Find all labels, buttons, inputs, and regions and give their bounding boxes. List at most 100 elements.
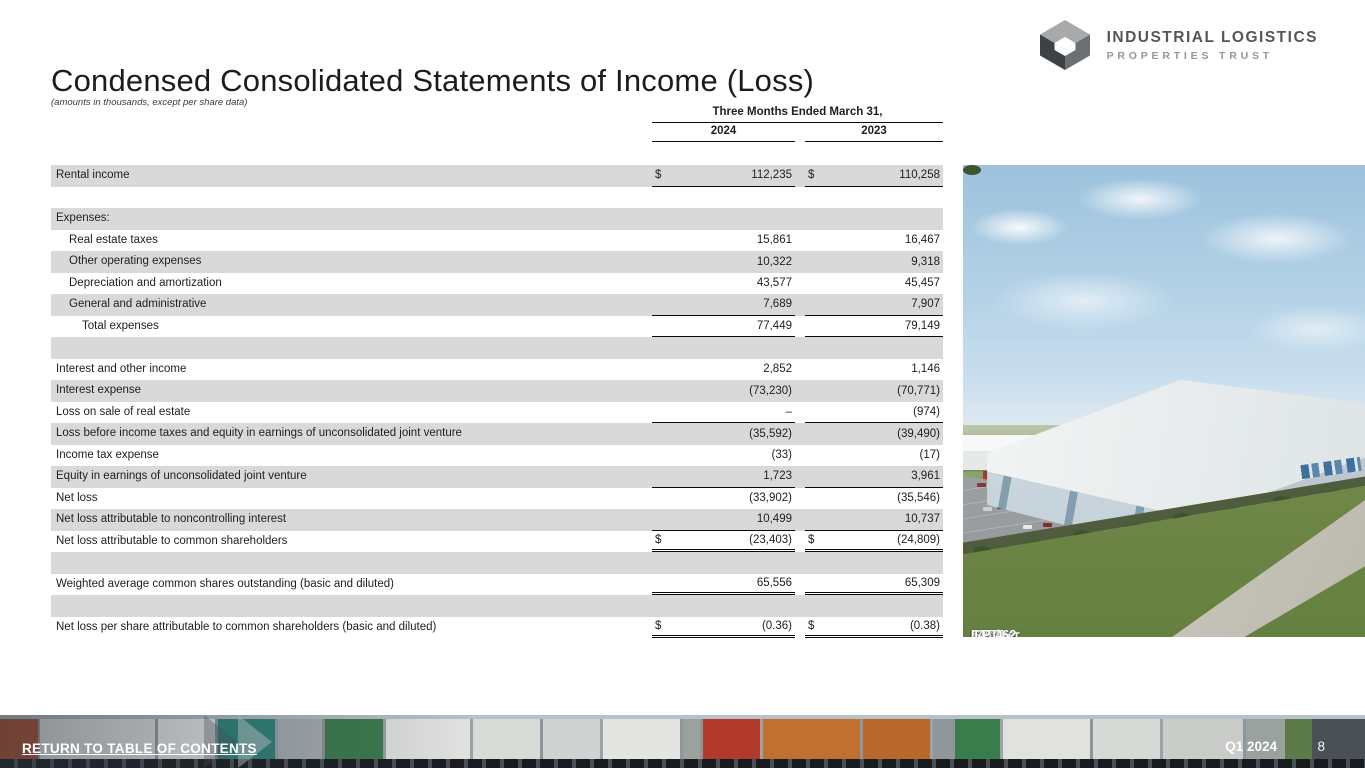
value-cell-2023: $ (0.38)	[805, 617, 943, 639]
table-row: Interest expense (73,230) (70,771)	[51, 380, 943, 402]
table-row: Depreciation and amortization 43,577 45,…	[51, 273, 943, 295]
value-cell-2024	[652, 187, 795, 209]
table-row	[51, 187, 943, 209]
value-text-2023: (39,490)	[897, 428, 940, 440]
value-text-2023: 79,149	[905, 320, 940, 332]
table-row: Expenses:	[51, 208, 943, 230]
table-row: Interest and other income 2,852 1,146	[51, 359, 943, 381]
row-label: Depreciation and amortization	[51, 273, 652, 295]
period-header-row: Three Months Ended March 31,	[51, 104, 943, 123]
value-cell-2024: 7,689	[652, 294, 795, 316]
value-cell-2023: 3,961	[805, 466, 943, 488]
company-logo: INDUSTRIAL LOGISTICS PROPERTIES TRUST	[1035, 20, 1318, 70]
table-row: Net loss per share attributable to commo…	[51, 617, 943, 639]
income-statement-table: Three Months Ended March 31, 2024 2023 R…	[51, 104, 943, 638]
value-cell-2024: (33,902)	[652, 488, 795, 510]
row-label: Weighted average common shares outstandi…	[51, 574, 652, 596]
value-text-2024: (33)	[772, 449, 792, 461]
table-row: Loss on sale of real estate – (974)	[51, 402, 943, 424]
row-label: Interest and other income	[51, 359, 652, 381]
table-row: General and administrative 7,689 7,907	[51, 294, 943, 316]
value-text-2024: (35,592)	[749, 428, 792, 440]
value-cell-2023: $ (24,809)	[805, 531, 943, 553]
footer-photo-strip: RETURN TO TABLE OF CONTENTS Q1 2024 8	[0, 715, 1365, 768]
value-cell-2023	[805, 552, 943, 574]
value-text-2024: 15,861	[757, 234, 792, 246]
table-row	[51, 595, 943, 617]
dollar-sign: $	[808, 534, 814, 546]
value-text-2023: 10,737	[905, 513, 940, 525]
value-cell-2024	[652, 595, 795, 617]
dollar-sign: $	[655, 534, 661, 546]
income-table-body: Rental income $ 112,235 $ 110,258 Expens…	[51, 165, 943, 638]
logo-text: INDUSTRIAL LOGISTICS PROPERTIES TRUST	[1107, 29, 1318, 62]
table-row	[51, 337, 943, 359]
value-text-2024: (23,403)	[749, 534, 792, 546]
value-cell-2024: –	[652, 402, 795, 424]
row-label: Interest expense	[51, 380, 652, 402]
table-row	[51, 552, 943, 574]
row-label: Loss on sale of real estate	[51, 402, 652, 424]
value-text-2024: 65,556	[757, 577, 792, 589]
value-cell-2024: 1,723	[652, 466, 795, 488]
value-cell-2023: 16,467	[805, 230, 943, 252]
row-label: Net loss attributable to noncontrolling …	[51, 509, 652, 531]
value-cell-2024	[652, 552, 795, 574]
value-text-2023: 1,146	[911, 363, 940, 375]
value-cell-2023: (35,546)	[805, 488, 943, 510]
table-row: Total expenses 77,449 79,149	[51, 316, 943, 338]
value-text-2023: 45,457	[905, 277, 940, 289]
value-text-2024: 43,577	[757, 277, 792, 289]
value-text-2024: 2,852	[763, 363, 792, 375]
value-cell-2023: 45,457	[805, 273, 943, 295]
value-text-2024: 10,322	[757, 256, 792, 268]
table-row: Net loss (33,902) (35,546)	[51, 488, 943, 510]
value-cell-2024: 43,577	[652, 273, 795, 295]
value-cell-2024: $ (23,403)	[652, 531, 795, 553]
value-cell-2023: 9,318	[805, 251, 943, 273]
dollar-sign: $	[808, 620, 814, 632]
row-label	[51, 187, 652, 209]
value-cell-2024	[652, 208, 795, 230]
return-to-toc-link[interactable]: RETURN TO TABLE OF CONTENTS	[22, 741, 257, 756]
logo-line2: PROPERTIES TRUST	[1107, 50, 1318, 62]
value-text-2023: 9,318	[911, 256, 940, 268]
value-text-2024: 77,449	[757, 320, 792, 332]
value-text-2023: (974)	[913, 406, 940, 418]
value-cell-2023	[805, 208, 943, 230]
row-label: Net loss	[51, 488, 652, 510]
value-cell-2024: 10,322	[652, 251, 795, 273]
table-row: Other operating expenses 10,322 9,318	[51, 251, 943, 273]
table-row: Equity in earnings of unconsolidated joi…	[51, 466, 943, 488]
value-cell-2024: 2,852	[652, 359, 795, 381]
value-text-2023: 7,907	[911, 298, 940, 310]
value-cell-2023: 10,737	[805, 509, 943, 531]
dollar-sign: $	[655, 169, 661, 181]
row-label	[51, 595, 652, 617]
page-title: Condensed Consolidated Statements of Inc…	[51, 63, 814, 99]
row-label	[51, 552, 652, 574]
value-text-2023: 16,467	[905, 234, 940, 246]
value-cell-2023: 1,146	[805, 359, 943, 381]
row-label: Net loss per share attributable to commo…	[51, 617, 652, 639]
row-label: General and administrative	[51, 294, 652, 316]
page-number: 8	[1317, 739, 1325, 754]
dollar-sign: $	[655, 620, 661, 632]
value-text-2024: (0.36)	[762, 620, 792, 632]
row-label: Net loss attributable to common sharehol…	[51, 531, 652, 553]
value-text-2024: (73,230)	[749, 385, 792, 397]
table-row: Loss before income taxes and equity in e…	[51, 423, 943, 445]
value-cell-2023: $ 110,258	[805, 165, 943, 187]
value-cell-2024: 10,499	[652, 509, 795, 531]
table-row: Weighted average common shares outstandi…	[51, 574, 943, 596]
period-header: Three Months Ended March 31,	[652, 104, 943, 123]
value-cell-2024: 77,449	[652, 316, 795, 338]
value-cell-2023	[805, 337, 943, 359]
value-cell-2024: $ (0.36)	[652, 617, 795, 639]
value-cell-2023: 7,907	[805, 294, 943, 316]
table-row: Net loss attributable to common sharehol…	[51, 531, 943, 553]
table-row: Real estate taxes 15,861 16,467	[51, 230, 943, 252]
value-cell-2023: 65,309	[805, 574, 943, 596]
value-cell-2023: (70,771)	[805, 380, 943, 402]
value-text-2023: (35,546)	[897, 492, 940, 504]
